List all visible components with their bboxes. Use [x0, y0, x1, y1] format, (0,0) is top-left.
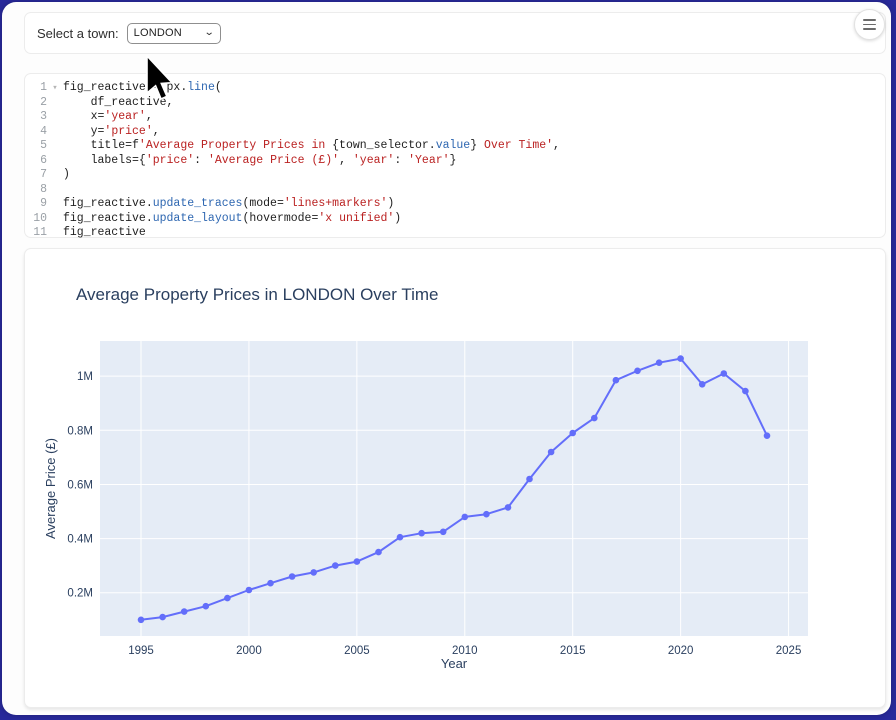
y-tick-label: 1M	[77, 371, 93, 383]
data-point-marker[interactable]	[677, 355, 684, 362]
line-number: 9	[25, 197, 47, 212]
code-line: 11 fig_reactive	[25, 226, 885, 241]
line-number: 3	[25, 110, 47, 125]
x-tick-label: 1995	[128, 645, 154, 657]
code-lines: 1▾fig_reactive = px.line(2 df_reactive,3…	[25, 81, 885, 241]
data-point-marker[interactable]	[418, 530, 425, 537]
code-line: 5 title=f'Average Property Prices in {to…	[25, 139, 885, 154]
line-number: 1	[25, 81, 47, 96]
line-number: 6	[25, 154, 47, 169]
chart-output-cell: Average Property Prices in LONDON Over T…	[24, 248, 886, 708]
app-card: Select a town: LONDON ⌄ 1▾fig_reactive =…	[2, 2, 891, 715]
x-tick-label: 2020	[668, 645, 694, 657]
code-text: x='year',	[63, 110, 153, 125]
fold-gutter	[47, 154, 63, 169]
data-point-marker[interactable]	[721, 370, 728, 377]
line-number: 7	[25, 168, 47, 183]
data-point-marker[interactable]	[505, 504, 512, 511]
fold-gutter	[47, 226, 63, 241]
data-point-marker[interactable]	[742, 388, 749, 395]
fold-gutter	[47, 197, 63, 212]
property-price-chart[interactable]: Average Property Prices in LONDON Over T…	[25, 249, 885, 707]
data-point-marker[interactable]	[526, 476, 533, 483]
x-tick-label: 2025	[776, 645, 802, 657]
code-line: 10 fig_reactive.update_layout(hovermode='…	[25, 212, 885, 227]
data-point-marker[interactable]	[310, 569, 317, 576]
data-point-marker[interactable]	[634, 368, 641, 375]
data-point-marker[interactable]	[613, 377, 620, 384]
data-point-marker[interactable]	[591, 415, 598, 422]
fold-gutter	[47, 110, 63, 125]
code-editor-cell[interactable]: 1▾fig_reactive = px.line(2 df_reactive,3…	[24, 73, 886, 238]
fold-gutter	[47, 212, 63, 227]
y-tick-label: 0.8M	[67, 425, 93, 437]
data-point-marker[interactable]	[159, 614, 166, 621]
x-axis-title: Year	[441, 656, 468, 671]
data-point-marker[interactable]	[397, 534, 404, 541]
line-number: 11	[25, 226, 47, 241]
data-point-marker[interactable]	[267, 580, 274, 587]
y-tick-label: 0.4M	[67, 534, 93, 546]
code-text: labels={'price': 'Average Price (£)', 'y…	[63, 154, 456, 169]
fold-gutter	[47, 125, 63, 140]
data-point-marker[interactable]	[440, 529, 447, 536]
line-number: 4	[25, 125, 47, 140]
town-dropdown[interactable]: LONDON ⌄	[127, 23, 221, 44]
data-point-marker[interactable]	[764, 432, 771, 439]
y-axis-title: Average Price (£)	[43, 438, 58, 539]
data-point-marker[interactable]	[138, 617, 145, 624]
y-tick-label: 0.6M	[67, 479, 93, 491]
line-number: 5	[25, 139, 47, 154]
data-point-marker[interactable]	[656, 359, 663, 366]
code-text: fig_reactive	[63, 226, 146, 241]
code-line: 1▾fig_reactive = px.line(	[25, 81, 885, 96]
data-point-marker[interactable]	[246, 587, 253, 594]
data-point-marker[interactable]	[375, 549, 382, 556]
fold-gutter	[47, 96, 63, 111]
line-number: 2	[25, 96, 47, 111]
town-dropdown-value: LONDON	[134, 27, 206, 39]
code-line: 7)	[25, 168, 885, 183]
data-point-marker[interactable]	[332, 562, 339, 569]
fold-arrow-icon[interactable]: ▾	[47, 81, 63, 96]
code-text: fig_reactive.update_layout(hovermode='x …	[63, 212, 401, 227]
code-line: 9 fig_reactive.update_traces(mode='lines+…	[25, 197, 885, 212]
code-text: df_reactive,	[63, 96, 173, 111]
code-text: title=f'Average Property Prices in {town…	[63, 139, 560, 154]
code-line: 4 y='price',	[25, 125, 885, 140]
menu-button[interactable]	[854, 9, 885, 40]
code-text: y='price',	[63, 125, 160, 140]
code-line: 2 df_reactive,	[25, 96, 885, 111]
town-selector-label: Select a town:	[37, 26, 119, 41]
hamburger-icon	[863, 19, 876, 30]
data-point-marker[interactable]	[289, 573, 296, 580]
x-tick-label: 2000	[236, 645, 262, 657]
data-point-marker[interactable]	[569, 430, 576, 437]
data-point-marker[interactable]	[699, 381, 706, 388]
data-point-marker[interactable]	[548, 449, 555, 456]
data-point-marker[interactable]	[462, 514, 469, 521]
code-line: 8	[25, 183, 885, 198]
fold-gutter	[47, 183, 63, 198]
line-number: 8	[25, 183, 47, 198]
y-tick-label: 0.2M	[67, 588, 93, 600]
code-line: 3 x='year',	[25, 110, 885, 125]
town-selector-cell: Select a town: LONDON ⌄	[24, 12, 886, 54]
x-tick-label: 2005	[344, 645, 370, 657]
data-point-marker[interactable]	[224, 595, 231, 602]
data-point-marker[interactable]	[203, 603, 210, 610]
x-tick-label: 2015	[560, 645, 586, 657]
code-text: fig_reactive = px.line(	[63, 81, 222, 96]
data-point-marker[interactable]	[181, 608, 188, 615]
code-text: )	[63, 168, 70, 183]
data-point-marker[interactable]	[483, 511, 490, 518]
fold-gutter	[47, 139, 63, 154]
code-line: 6 labels={'price': 'Average Price (£)', …	[25, 154, 885, 169]
fold-gutter	[47, 168, 63, 183]
code-text: fig_reactive.update_traces(mode='lines+m…	[63, 197, 394, 212]
line-number: 10	[25, 212, 47, 227]
chevron-down-icon: ⌄	[204, 28, 215, 38]
chart-title: Average Property Prices in LONDON Over T…	[76, 285, 438, 304]
data-point-marker[interactable]	[354, 558, 361, 565]
